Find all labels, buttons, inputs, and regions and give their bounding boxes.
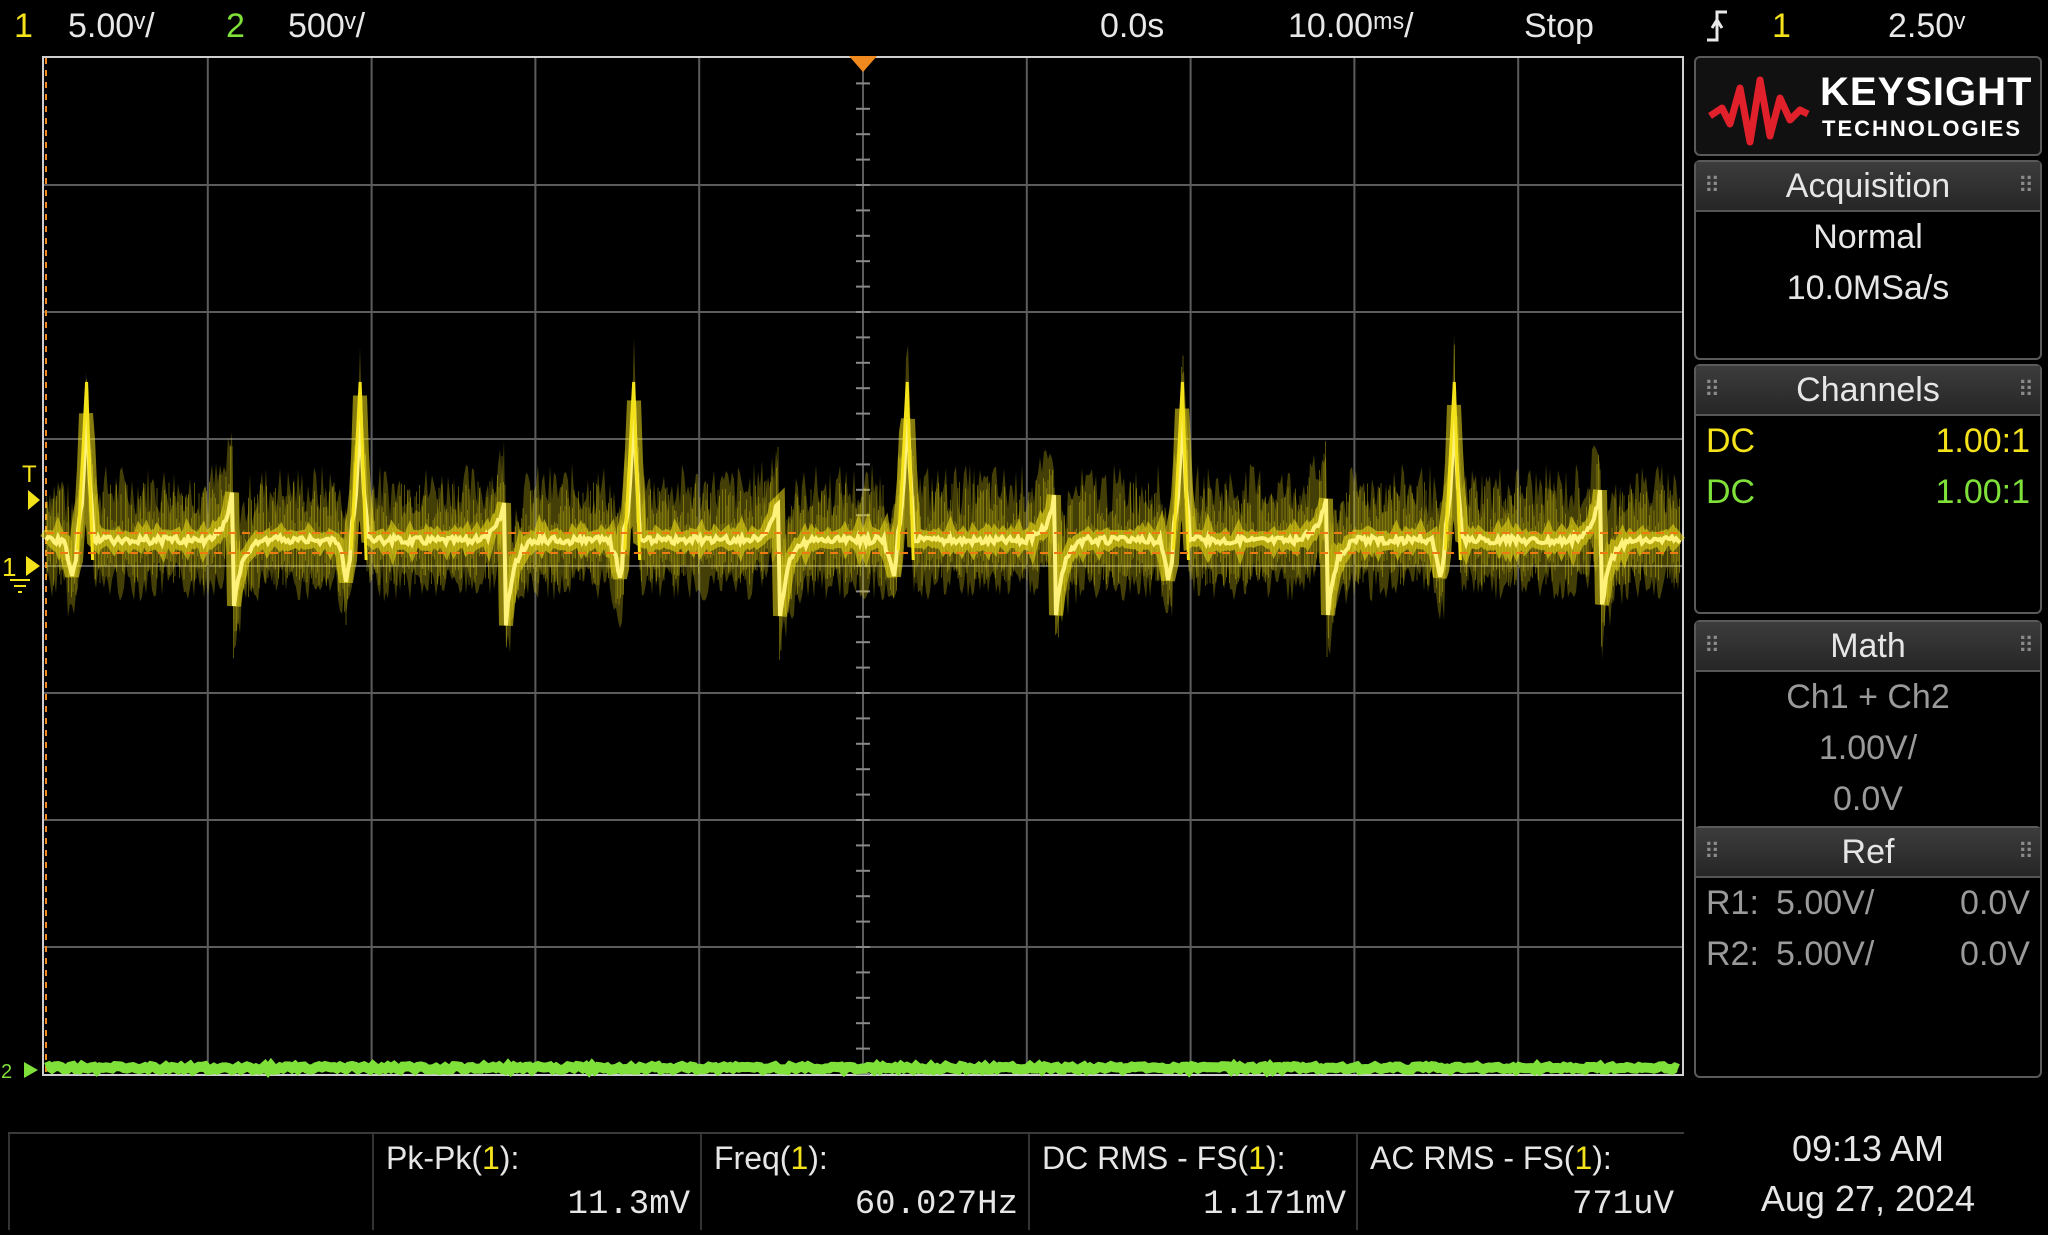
measurement-empty-slot[interactable] bbox=[8, 1134, 372, 1230]
brand-logo: KEYSIGHT TECHNOLOGIES bbox=[1694, 56, 2042, 156]
ch2-trace bbox=[44, 1057, 1680, 1078]
drag-grip-icon[interactable]: ⠿ bbox=[2018, 366, 2034, 414]
ref2-offset: 0.0V bbox=[1960, 935, 2030, 973]
drag-grip-icon[interactable]: ⠿ bbox=[2018, 622, 2034, 670]
clock-time: 09:13 AM bbox=[1791, 1128, 1945, 1169]
meas-channel: 1 bbox=[790, 1140, 809, 1176]
meas-label-end: ): bbox=[1266, 1140, 1286, 1176]
logo-sub: TECHNOLOGIES bbox=[1822, 116, 2023, 141]
side-panel: KEYSIGHT TECHNOLOGIES ⠿ Acquisition ⠿ Norm… bbox=[1694, 56, 2044, 1078]
trigger-level-arrow-icon bbox=[28, 490, 40, 510]
ch1-probe: 1.00:1 bbox=[1935, 422, 2030, 460]
measurement-dc-rms[interactable]: DC RMS - FS(1): 1.171mV bbox=[1028, 1134, 1356, 1230]
ch2-ground-marker-label: 2 bbox=[1, 1061, 12, 1083]
acquisition-mode: Normal bbox=[1813, 218, 1923, 256]
ref1-scale: 5.00V/ bbox=[1776, 884, 1875, 922]
drag-grip-icon[interactable]: ⠿ bbox=[1704, 622, 1720, 670]
meas-label-end: ): bbox=[1592, 1140, 1612, 1176]
meas-label-end: ): bbox=[808, 1140, 828, 1176]
channels-panel[interactable]: ⠿ Channels ⠿ DC 1.00:1 DC 1.00:1 bbox=[1694, 364, 2042, 614]
trigger-position-marker-icon bbox=[849, 56, 877, 72]
acquisition-rate: 10.0MSa/s bbox=[1786, 269, 1950, 307]
ch2-probe: 1.00:1 bbox=[1935, 473, 2030, 511]
meas-label: Freq( bbox=[714, 1140, 791, 1176]
ch1-coupling: DC bbox=[1706, 422, 1756, 460]
measurement-pkpk[interactable]: Pk-Pk(1): 11.3mV bbox=[372, 1134, 700, 1230]
measurement-freq[interactable]: Freq(1): 60.027Hz bbox=[700, 1134, 1028, 1230]
keysight-wave-icon bbox=[1708, 76, 1810, 146]
logo-brand: KEYSIGHT bbox=[1820, 70, 2033, 114]
measurement-bar: Pk-Pk(1): 11.3mV Freq(1): 60.027Hz DC RM… bbox=[0, 1092, 2048, 1235]
meas-label: AC RMS - FS( bbox=[1370, 1140, 1575, 1176]
meas-channel: 1 bbox=[1574, 1140, 1593, 1176]
measurement-ac-rms[interactable]: AC RMS - FS(1): 771uV bbox=[1356, 1134, 1684, 1230]
math-scale: 1.00V/ bbox=[1818, 729, 1918, 767]
drag-grip-icon[interactable]: ⠿ bbox=[1704, 828, 1720, 876]
clock-date: Aug 27, 2024 bbox=[1760, 1178, 1976, 1219]
meas-channel: 1 bbox=[1248, 1140, 1266, 1176]
ref1-offset: 0.0V bbox=[1960, 884, 2030, 922]
meas-value: 11.3mV bbox=[567, 1186, 690, 1224]
meas-value: 1.171mV bbox=[1203, 1186, 1346, 1224]
ref1-name: R1: bbox=[1706, 884, 1759, 922]
trigger-level[interactable]: 2.50ᵛ bbox=[1888, 0, 1965, 52]
meas-label: DC RMS - FS( bbox=[1042, 1140, 1249, 1176]
ch2-ground-arrow-icon bbox=[24, 1062, 38, 1078]
waveform-svg: T 1 2 bbox=[1, 56, 1685, 1083]
ref-title: Ref bbox=[1841, 833, 1895, 871]
clock: 09:13 AM Aug 27, 2024 bbox=[1700, 1124, 2036, 1224]
acquisition-panel[interactable]: ⠿ Acquisition ⠿ Normal 10.0MSa/s bbox=[1694, 160, 2042, 360]
math-title: Math bbox=[1830, 627, 1906, 665]
ref2-scale: 5.00V/ bbox=[1776, 935, 1875, 973]
channels-title: Channels bbox=[1796, 371, 1940, 409]
meas-label: Pk-Pk( bbox=[386, 1140, 482, 1176]
channel-row-1[interactable]: DC 1.00:1 bbox=[1696, 416, 2040, 467]
drag-grip-icon[interactable]: ⠿ bbox=[1704, 366, 1720, 414]
meas-label-end: ): bbox=[499, 1140, 520, 1176]
meas-value: 60.027Hz bbox=[854, 1186, 1018, 1224]
channel-row-2[interactable]: DC 1.00:1 bbox=[1696, 467, 2040, 518]
trigger-channel[interactable]: 1 bbox=[1772, 0, 1791, 52]
acquisition-title: Acquisition bbox=[1785, 167, 1951, 205]
ref-panel[interactable]: ⠿ Ref ⠿ R1: 5.00V/ 0.0V R2: 5.00V/ 0.0V bbox=[1694, 826, 2042, 1078]
ch1-ground-marker-label: 1 bbox=[2, 552, 16, 582]
drag-grip-icon[interactable]: ⠿ bbox=[2018, 828, 2034, 876]
ch1-ground-arrow-icon bbox=[26, 556, 40, 576]
math-offset: 0.0V bbox=[1833, 780, 1903, 818]
ch2-coupling: DC bbox=[1706, 473, 1756, 511]
drag-grip-icon[interactable]: ⠿ bbox=[2018, 162, 2034, 210]
trigger-level-marker-label: T bbox=[22, 461, 37, 488]
ref-row-2[interactable]: R2: 5.00V/ 0.0V bbox=[1696, 929, 2040, 980]
meas-channel: 1 bbox=[482, 1140, 500, 1176]
math-expression: Ch1 + Ch2 bbox=[1786, 678, 1950, 716]
ref2-name: R2: bbox=[1706, 935, 1759, 973]
ref-row-1[interactable]: R1: 5.00V/ 0.0V bbox=[1696, 878, 2040, 929]
drag-grip-icon[interactable]: ⠿ bbox=[1704, 162, 1720, 210]
meas-value: 771uV bbox=[1571, 1186, 1674, 1224]
